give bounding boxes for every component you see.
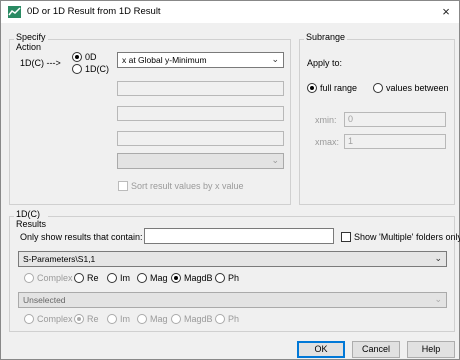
r2-mag-label: Mag: [150, 314, 168, 324]
show-multiple-checkbox[interactable]: [341, 232, 351, 242]
r2-magdb-label: MagdB: [184, 314, 213, 324]
apply-to-label: Apply to:: [307, 58, 343, 68]
action-combo-value: x at Global y-Minimum: [122, 55, 207, 65]
r2-radio-mag[interactable]: [137, 314, 147, 324]
xmax-label: xmax:: [315, 137, 340, 147]
radio-values-between[interactable]: [373, 83, 383, 93]
help-button[interactable]: Help: [407, 341, 455, 358]
action-param-field-3: [117, 131, 284, 146]
r1-radio-re[interactable]: [74, 273, 84, 283]
r1-re-label: Re: [87, 273, 99, 283]
xmin-field[interactable]: 0: [344, 112, 446, 127]
r1-ph-label: Ph: [228, 273, 240, 283]
r1-radio-complex[interactable]: [24, 273, 34, 283]
title-bar[interactable]: 0D or 1D Result from 1D Result ×: [1, 1, 459, 23]
radio-full-range[interactable]: [307, 83, 317, 93]
xmin-label: xmin:: [315, 115, 337, 125]
r1-magdb-label: MagdB: [184, 273, 213, 283]
radio-1dc-label: 1D(C): [85, 64, 109, 74]
result2-combo: Unselected ⌄: [18, 292, 447, 308]
radio-values-between-label: values between: [386, 83, 449, 93]
show-multiple-label: Show 'Multiple' folders only: [354, 232, 460, 242]
ok-button[interactable]: OK: [297, 341, 345, 358]
xmax-value: 1: [348, 136, 354, 146]
r1-complex-label: Complex: [37, 273, 73, 283]
results-legend: 1D(C) Results: [14, 209, 49, 229]
chevron-down-icon: ⌄: [434, 253, 442, 263]
xmax-field[interactable]: 1: [344, 134, 446, 149]
action-param-field-1: [117, 81, 284, 96]
close-button[interactable]: ×: [437, 3, 455, 21]
xmin-value: 0: [348, 114, 354, 124]
filter-label: Only show results that contain:: [20, 232, 143, 242]
source-label: 1D(C) --->: [20, 58, 61, 68]
r1-radio-ph[interactable]: [215, 273, 225, 283]
r2-radio-im[interactable]: [107, 314, 117, 324]
r2-im-label: Im: [120, 314, 130, 324]
radio-0d-label: 0D: [85, 52, 97, 62]
sort-checkbox-label: Sort result values by x value: [131, 181, 244, 191]
dialog-window: 0D or 1D Result from 1D Result × Specify…: [0, 0, 460, 360]
result1-combo-value: S-Parameters\S1,1: [23, 254, 96, 264]
radio-0d[interactable]: [72, 52, 82, 62]
result2-combo-value: Unselected: [23, 295, 66, 305]
r1-radio-mag[interactable]: [137, 273, 147, 283]
r2-re-label: Re: [87, 314, 99, 324]
r2-radio-magdb[interactable]: [171, 314, 181, 324]
r2-complex-label: Complex: [37, 314, 73, 324]
cancel-button[interactable]: Cancel: [352, 341, 400, 358]
action-param-combo: ⌄: [117, 153, 284, 169]
radio-1dc[interactable]: [72, 64, 82, 74]
r2-radio-re[interactable]: [74, 314, 84, 324]
r1-mag-label: Mag: [150, 273, 168, 283]
chevron-down-icon: ⌄: [271, 155, 279, 165]
subrange-legend: Subrange: [304, 32, 348, 42]
chevron-down-icon: ⌄: [271, 54, 279, 64]
result1-combo[interactable]: S-Parameters\S1,1 ⌄: [18, 251, 447, 267]
r2-radio-ph[interactable]: [215, 314, 225, 324]
chevron-down-icon: ⌄: [434, 294, 442, 304]
sort-checkbox[interactable]: [118, 181, 128, 191]
r1-im-label: Im: [120, 273, 130, 283]
action-param-field-2: [117, 106, 284, 121]
filter-input[interactable]: [144, 228, 334, 244]
r2-radio-complex[interactable]: [24, 314, 34, 324]
specify-action-legend: Specify Action: [14, 32, 48, 52]
window-title: 0D or 1D Result from 1D Result: [27, 6, 161, 17]
app-chart-icon: [8, 6, 21, 18]
r1-radio-magdb[interactable]: [171, 273, 181, 283]
r2-ph-label: Ph: [228, 314, 240, 324]
action-combo[interactable]: x at Global y-Minimum ⌄: [117, 52, 284, 68]
r1-radio-im[interactable]: [107, 273, 117, 283]
radio-full-range-label: full range: [320, 83, 358, 93]
